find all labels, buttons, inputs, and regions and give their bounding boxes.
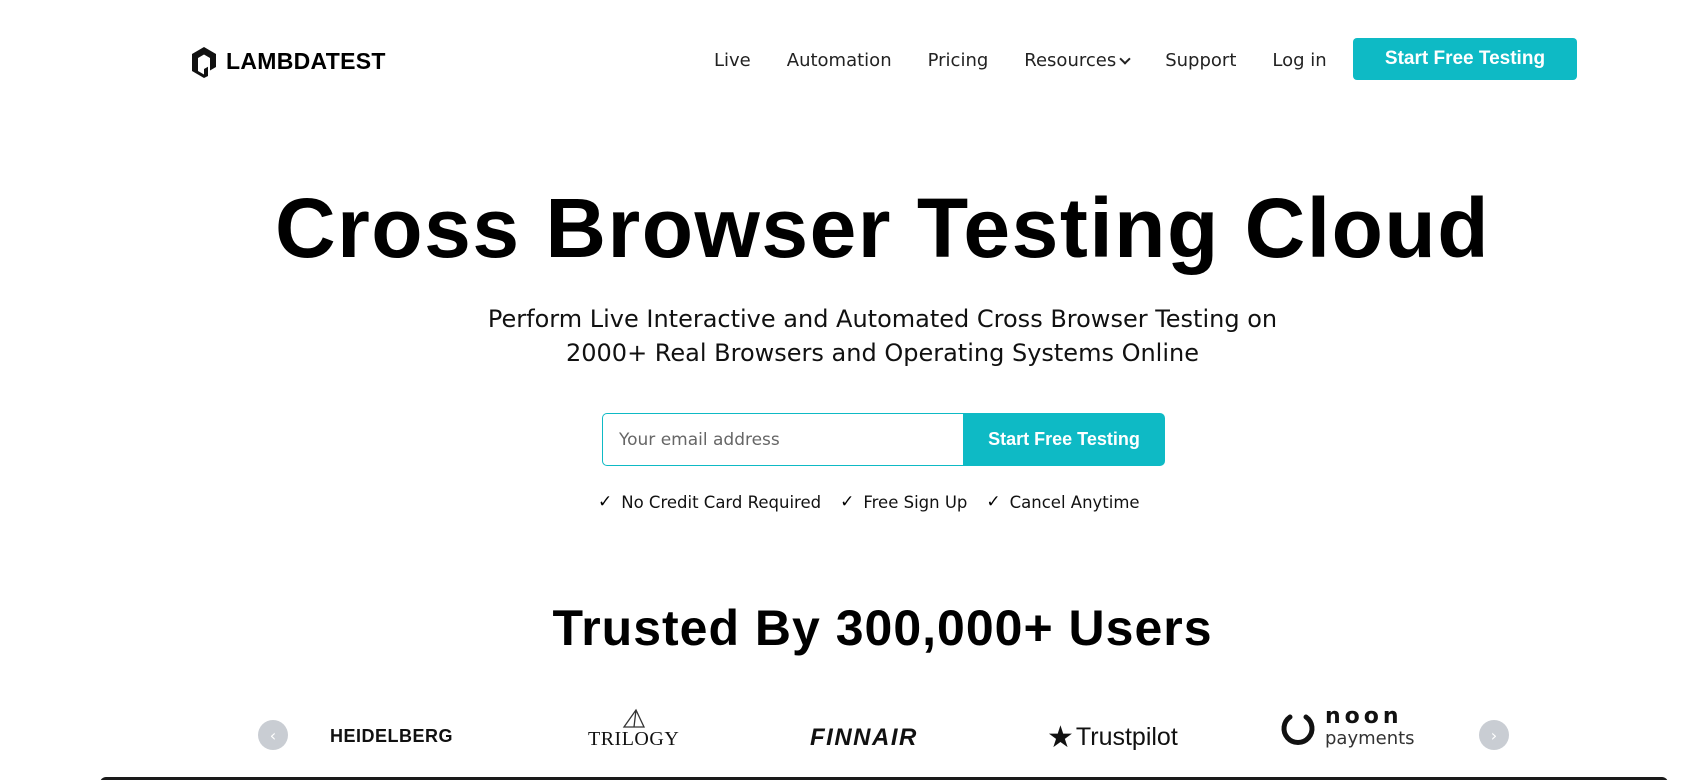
signup-form: Start Free Testing (602, 413, 1165, 466)
carousel-prev-button[interactable]: ‹ (258, 720, 288, 750)
benefit-item: ✓ No Credit Card Required (598, 492, 821, 512)
logo-text: LAMBDATEST (226, 48, 386, 74)
hero-subtitle-line2: 2000+ Real Browsers and Operating System… (565, 339, 1199, 367)
noon-payments-logo: noon payments (1280, 706, 1415, 750)
chevron-down-icon (1119, 52, 1131, 65)
heidelberg-logo-text: HEIDELBERG (330, 726, 454, 746)
trustpilot-logo: ★ Trustpilot (1047, 720, 1178, 755)
heidelberg-logo: HEIDELBERG (330, 726, 453, 747)
star-icon: ★ (1047, 721, 1074, 754)
finnair-logo: FINNAIR (810, 724, 918, 752)
chevron-left-icon: ‹ (269, 725, 277, 745)
benefit-item: ✓ Free Sign Up (840, 492, 967, 512)
noon-logo-line2: payments (1325, 728, 1415, 749)
nav-pricing[interactable]: Pricing (928, 50, 989, 71)
lambdatest-logo[interactable]: LAMBDATEST (189, 45, 386, 78)
finnair-logo-text: FINNAIR (810, 724, 918, 751)
customer-logo-carousel: ‹ HEIDELBERG TRILOGY FINNAIR ★ Trustpilo… (0, 700, 1705, 770)
trilogy-logo: TRILOGY (588, 708, 679, 751)
noon-logo-line1: noon (1325, 704, 1403, 729)
benefit-label: No Credit Card Required (621, 492, 822, 512)
nav-login[interactable]: Log in (1272, 50, 1326, 71)
check-icon: ✓ (840, 492, 855, 512)
benefit-item: ✓ Cancel Anytime (986, 492, 1139, 512)
nav-resources-label: Resources (1024, 49, 1117, 71)
hero-subtitle: Perform Live Interactive and Automated C… (360, 302, 1405, 370)
nav-live[interactable]: Live (714, 50, 751, 71)
main-nav: Live Automation Pricing Resources Suppor… (714, 48, 1327, 72)
signup-start-free-testing-button[interactable]: Start Free Testing (963, 413, 1165, 466)
trilogy-mark-icon (622, 708, 645, 728)
benefit-label: Free Sign Up (863, 492, 968, 512)
carousel-next-button[interactable]: › (1479, 720, 1509, 750)
chevron-right-icon: › (1490, 725, 1498, 745)
benefits-list: ✓ No Credit Card Required ✓ Free Sign Up… (598, 490, 1140, 514)
check-icon: ✓ (986, 492, 1001, 512)
header-start-free-testing-button[interactable]: Start Free Testing (1353, 38, 1577, 80)
nav-automation[interactable]: Automation (787, 50, 892, 71)
hero-subtitle-line1: Perform Live Interactive and Automated C… (487, 305, 1278, 333)
trusted-heading: Trusted By 300,000+ Users (552, 600, 1213, 656)
page-title: Cross Browser Testing Cloud (274, 181, 1491, 275)
check-icon: ✓ (598, 492, 613, 512)
nav-resources[interactable]: Resources (1024, 49, 1131, 71)
site-header: LAMBDATEST Live Automation Pricing Resou… (0, 0, 1705, 120)
noon-logo-text: noon payments (1325, 706, 1415, 750)
nav-support[interactable]: Support (1165, 50, 1236, 71)
lambdatest-logo-icon (192, 47, 216, 78)
email-input[interactable] (602, 413, 963, 466)
benefit-label: Cancel Anytime (1009, 492, 1140, 512)
trilogy-logo-text: TRILOGY (588, 728, 680, 750)
noon-ring-icon (1281, 714, 1315, 745)
trustpilot-logo-text: Trustpilot (1075, 723, 1178, 751)
